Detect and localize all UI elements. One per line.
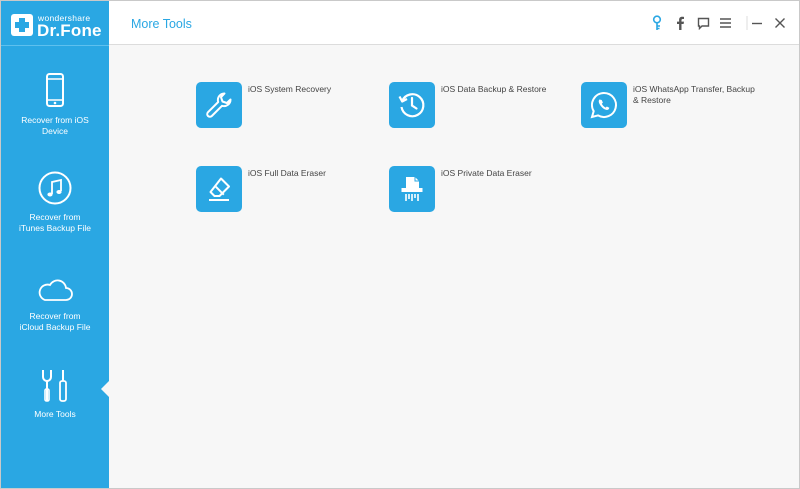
sidebar: wondershare Dr.Fone Recover from iOS Dev… xyxy=(1,1,109,488)
key-icon[interactable] xyxy=(649,14,665,32)
restore-clock-icon xyxy=(389,82,435,128)
app-logo: wondershare Dr.Fone xyxy=(11,11,107,40)
tool-label: iOS Data Backup & Restore xyxy=(441,84,547,94)
brand-name: Dr.Fone xyxy=(37,21,102,40)
close-icon[interactable] xyxy=(772,14,788,32)
sidebar-item-more-tools[interactable]: More Tools xyxy=(1,367,109,463)
shredder-icon xyxy=(389,166,435,212)
logo-plus-icon xyxy=(11,14,33,36)
tool-ios-system-recovery[interactable]: iOS System Recovery xyxy=(196,82,376,132)
header-bar: More Tools xyxy=(109,1,799,45)
tool-label: iOS WhatsApp Transfer, Backup & Restore xyxy=(633,84,755,105)
sidebar-item-label: Recover from iOS Device xyxy=(21,115,89,136)
wrench-icon xyxy=(196,82,242,128)
tool-ios-private-data-eraser[interactable]: iOS Private Data Eraser xyxy=(389,166,569,216)
app-window: wondershare Dr.Fone Recover from iOS Dev… xyxy=(0,0,800,489)
minimize-icon[interactable] xyxy=(749,14,765,32)
phone-icon xyxy=(37,73,73,111)
feedback-icon[interactable] xyxy=(695,14,711,32)
sidebar-item-label: Recover from iCloud Backup File xyxy=(19,311,91,332)
tool-ios-full-data-eraser[interactable]: iOS Full Data Eraser xyxy=(196,166,376,216)
sidebar-item-label: Recover from iTunes Backup File xyxy=(19,212,91,233)
music-icon xyxy=(37,171,73,209)
sidebar-divider xyxy=(1,45,109,46)
cloud-icon xyxy=(37,273,73,311)
facebook-icon[interactable] xyxy=(672,14,688,32)
sidebar-item-recover-icloud[interactable]: Recover from iCloud Backup File xyxy=(1,273,109,369)
sidebar-item-recover-itunes[interactable]: Recover from iTunes Backup File xyxy=(1,171,109,267)
tools-icon xyxy=(37,367,73,405)
sidebar-item-recover-ios-device[interactable]: Recover from iOS Device xyxy=(1,73,109,169)
tool-label: iOS Full Data Eraser xyxy=(248,168,326,178)
menu-icon[interactable] xyxy=(717,14,733,32)
active-indicator xyxy=(101,381,109,397)
tool-ios-data-backup-restore[interactable]: iOS Data Backup & Restore xyxy=(389,82,569,132)
tool-label: iOS System Recovery xyxy=(248,84,332,94)
whatsapp-icon xyxy=(581,82,627,128)
tool-label: iOS Private Data Eraser xyxy=(441,168,532,178)
sidebar-item-label: More Tools xyxy=(34,409,76,419)
eraser-icon xyxy=(196,166,242,212)
tool-ios-whatsapp-transfer[interactable]: iOS WhatsApp Transfer, Backup & Restore xyxy=(581,82,761,132)
page-title: More Tools xyxy=(131,17,192,31)
tools-panel: iOS System Recovery iOS Data Backup & Re… xyxy=(109,46,799,488)
